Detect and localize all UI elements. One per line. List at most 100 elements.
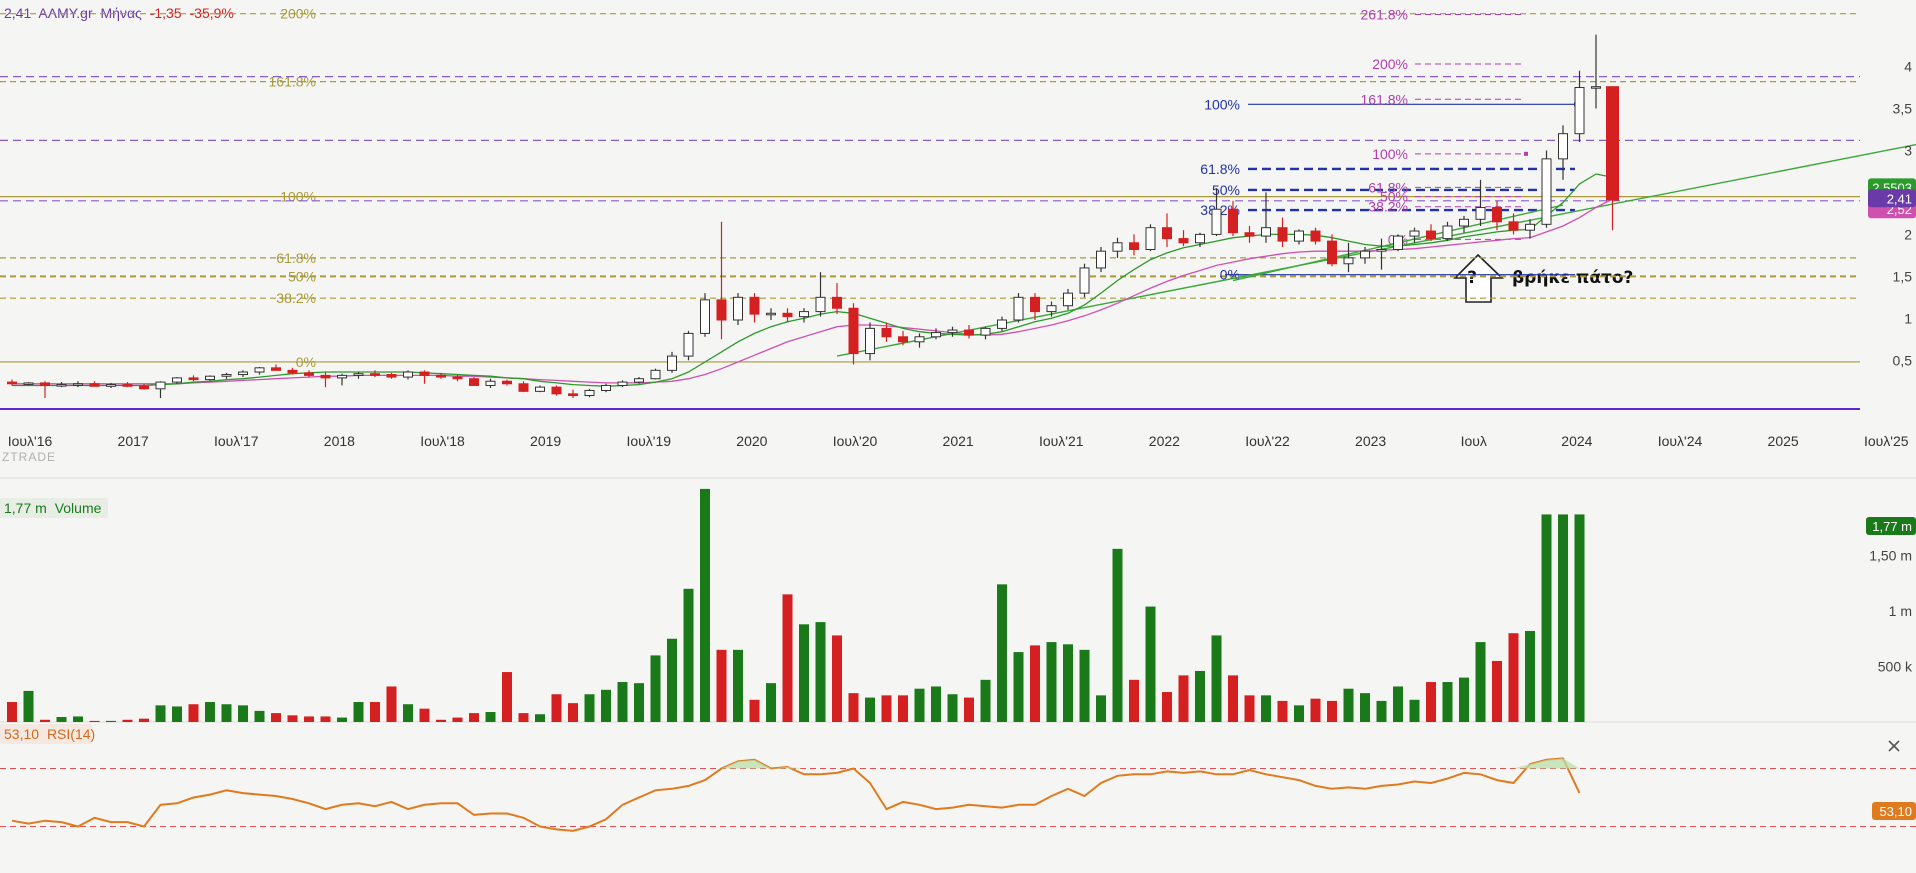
candle-body: [733, 296, 743, 321]
candle-body: [832, 296, 842, 309]
x-axis-label: Ιουλ'25: [1864, 433, 1909, 449]
x-axis-label: Ιουλ'18: [420, 433, 465, 449]
candle-body: [881, 327, 892, 338]
candle-body: [766, 312, 776, 316]
volume-bar: [7, 702, 17, 722]
fib-magenta-label: 100%: [1372, 146, 1408, 162]
x-axis-label: 2018: [324, 433, 355, 449]
volume-bar: [848, 693, 859, 722]
x-axis-label: 2017: [118, 433, 149, 449]
fib-gold-label: 100%: [280, 189, 316, 205]
volume-bar: [964, 697, 974, 722]
volume-bar: [353, 702, 364, 722]
candle-body: [1426, 230, 1436, 240]
candle-body: [73, 383, 83, 386]
volume-bar: [1244, 695, 1255, 722]
y-axis-tick: 4: [1904, 59, 1912, 75]
volume-bar: [122, 719, 133, 722]
candle-body: [205, 375, 215, 381]
volume-bar: [436, 719, 446, 722]
candle-body: [782, 312, 793, 318]
candle-body: [1079, 267, 1090, 294]
volume-badge: 1,77 m: [1872, 519, 1912, 534]
volume-bar: [799, 624, 809, 722]
x-axis-label: Ιουλ'19: [626, 433, 671, 449]
candle-body: [551, 386, 562, 395]
header-change: -1,35: [150, 5, 182, 21]
volume-bar: [551, 694, 562, 722]
candle-body: [1492, 207, 1502, 223]
rsi-line: [11, 757, 1581, 832]
candle-body: [155, 381, 166, 390]
volume-bar: [1079, 649, 1090, 722]
volume-bar: [997, 584, 1007, 722]
volume-bar: [1046, 642, 1057, 722]
y-axis-tick: 1: [1904, 310, 1912, 326]
volume-bar: [1492, 660, 1502, 722]
volume-bar: [568, 703, 578, 722]
rsi-badge: 53,10: [1879, 804, 1912, 819]
candle-body: [254, 367, 265, 373]
candle-body: [914, 336, 925, 343]
volume-bar: [1112, 548, 1123, 722]
annotation-question: ?: [1467, 268, 1477, 288]
candle-body: [1228, 208, 1238, 234]
candle-body: [320, 374, 331, 379]
volume-bar: [1558, 514, 1568, 722]
fib-magenta-label: 261.8%: [1361, 7, 1408, 23]
candle-body: [271, 367, 281, 371]
y-axis-tick: 1,5: [1893, 268, 1913, 284]
candle-body: [898, 336, 908, 343]
candle-body: [634, 378, 644, 383]
fib-magenta-label: 161.8%: [1361, 91, 1408, 107]
volume-bar: [1327, 700, 1337, 722]
close-pane-button[interactable]: [1882, 735, 1906, 757]
fib-magenta-handle: [1524, 151, 1528, 156]
candle-body: [964, 329, 974, 336]
volume-bar: [73, 716, 83, 722]
volume-bar: [452, 717, 463, 722]
volume-bar: [1294, 705, 1304, 722]
candle-body: [1525, 223, 1535, 231]
candle-body: [419, 371, 430, 376]
candle-body: [221, 374, 232, 377]
volume-bar: [1013, 652, 1024, 722]
candle-body: [386, 374, 397, 378]
volume-bar: [386, 686, 397, 722]
x-axis-label: 2022: [1149, 433, 1180, 449]
volume-y-tick: 500 k: [1878, 659, 1913, 675]
candle-body: [1475, 207, 1486, 220]
candle-body: [799, 311, 809, 318]
volume-bar: [403, 704, 413, 722]
volume-bar: [749, 699, 760, 722]
x-axis-label: Ιουλ'16: [8, 433, 53, 449]
candle-body: [1195, 233, 1205, 244]
rsi-readout-value: 53,10: [4, 726, 39, 742]
candle-body: [238, 371, 248, 376]
stock-chart: 2,41 ΑΛΜΥ.gr Μήνας -1,35 -35,9% ZTRADE 1…: [0, 0, 1916, 873]
candle-body: [1244, 232, 1255, 237]
volume-bar: [172, 706, 182, 722]
x-axis-label: Ιουλ'20: [833, 433, 878, 449]
volume-bar: [56, 717, 67, 722]
rsi-readout-title: RSI(14): [47, 726, 95, 742]
volume-bar: [1310, 698, 1321, 722]
volume-bar: [23, 690, 34, 722]
x-axis-label: Ιουλ'21: [1039, 433, 1084, 449]
volume-bar: [469, 713, 479, 722]
candle-body: [1112, 242, 1123, 252]
volume-readout-value: 1,77 m: [4, 500, 47, 516]
volume-bar: [832, 635, 842, 722]
fib-gold-label: 0%: [296, 354, 316, 370]
x-axis-label: 2024: [1561, 433, 1592, 449]
candle-body: [535, 386, 545, 392]
volume-bar: [1508, 633, 1519, 722]
candle-body: [7, 381, 17, 385]
volume-bar: [188, 704, 199, 722]
volume-bar: [947, 694, 958, 722]
volume-bar: [1426, 682, 1436, 722]
candle-body: [749, 296, 760, 315]
volume-bar: [254, 710, 265, 722]
candle-body: [304, 372, 314, 376]
volume-bar: [650, 655, 661, 722]
